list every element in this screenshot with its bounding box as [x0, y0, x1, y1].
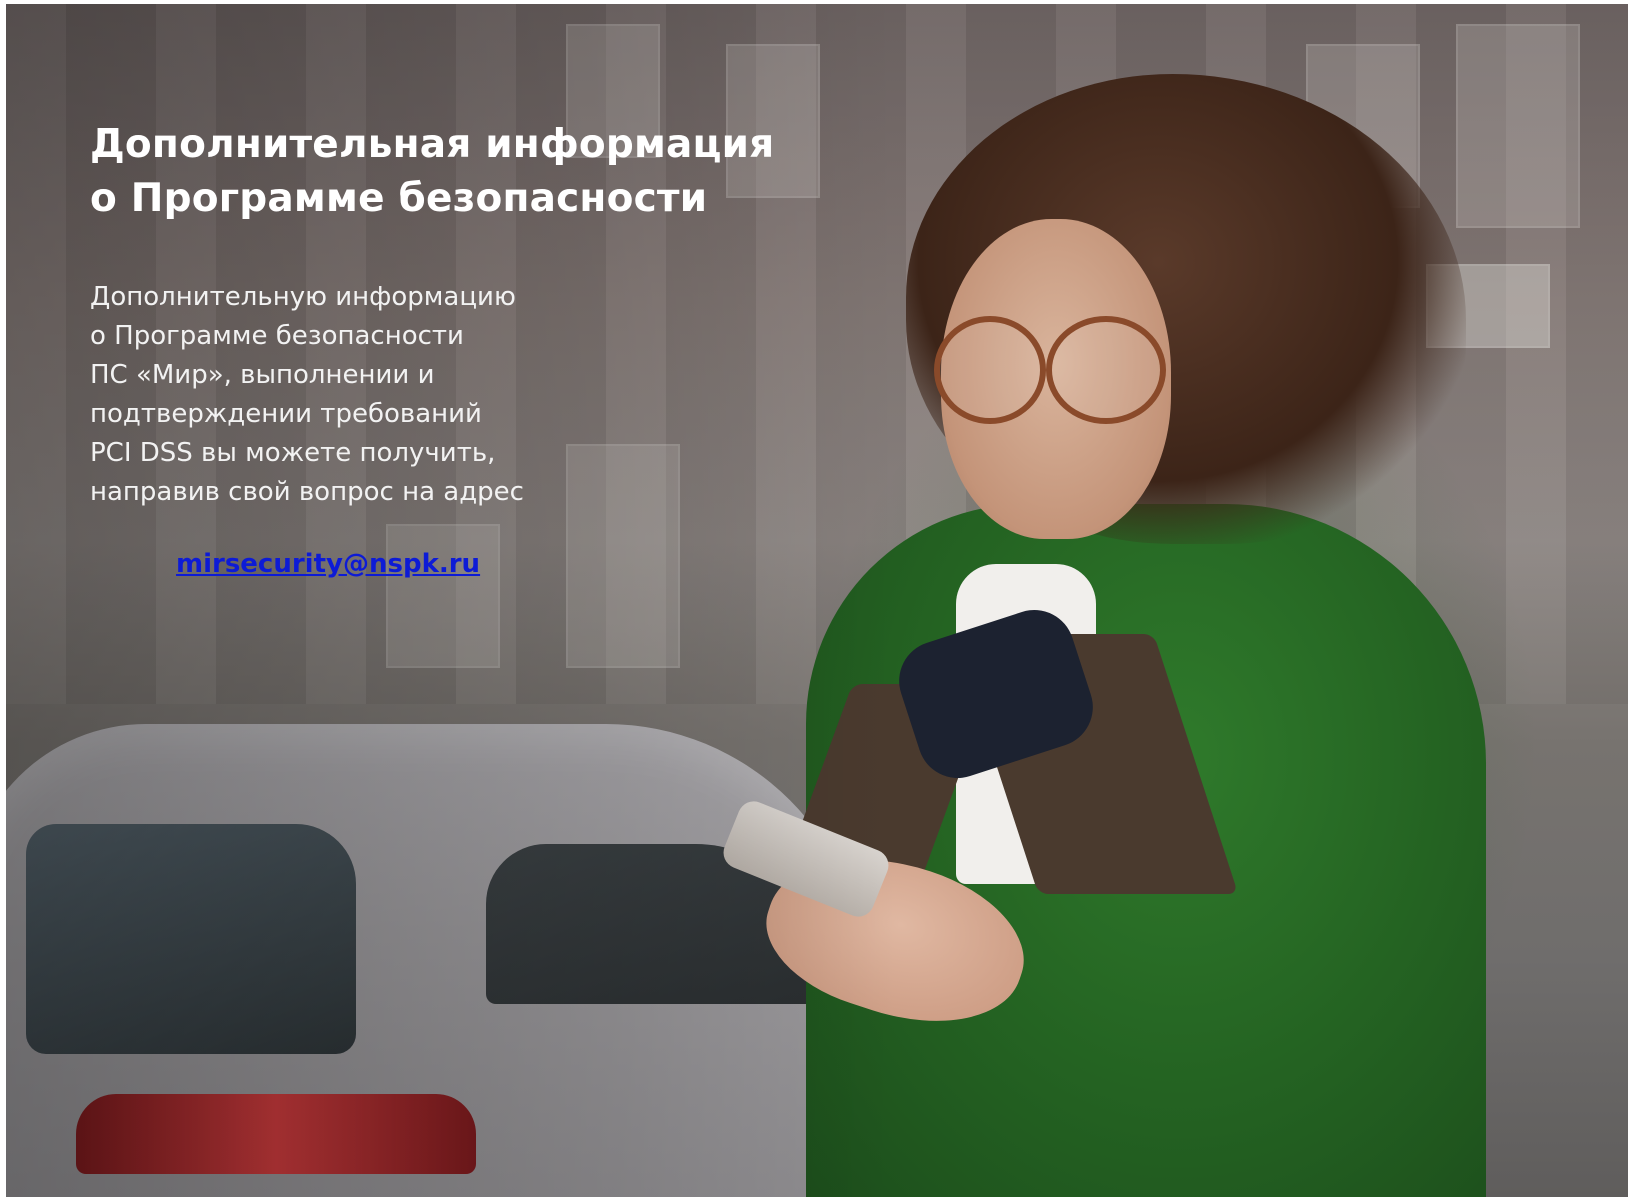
- info-paragraph-line: о Программе безопасности: [90, 321, 464, 351]
- info-paragraph: Дополнительную информацию о Программе бе…: [90, 278, 610, 512]
- info-paragraph-line: подтверждении требований: [90, 399, 482, 429]
- email-link[interactable]: mirsecurity@nspk.ru: [176, 546, 480, 582]
- info-paragraph-line: Дополнительную информацию: [90, 282, 516, 312]
- page-title: Дополнительная информация о Программе бе…: [90, 118, 810, 226]
- info-paragraph-line: направив свой вопрос на адрес: [90, 477, 524, 507]
- page-title-line: о Программе безопасности: [90, 176, 708, 221]
- info-paragraph-line: PCI DSS вы можете получить,: [90, 438, 496, 468]
- info-paragraph-line: ПС «Мир», выполнении и: [90, 360, 435, 390]
- page-title-line: Дополнительная информация: [90, 122, 775, 167]
